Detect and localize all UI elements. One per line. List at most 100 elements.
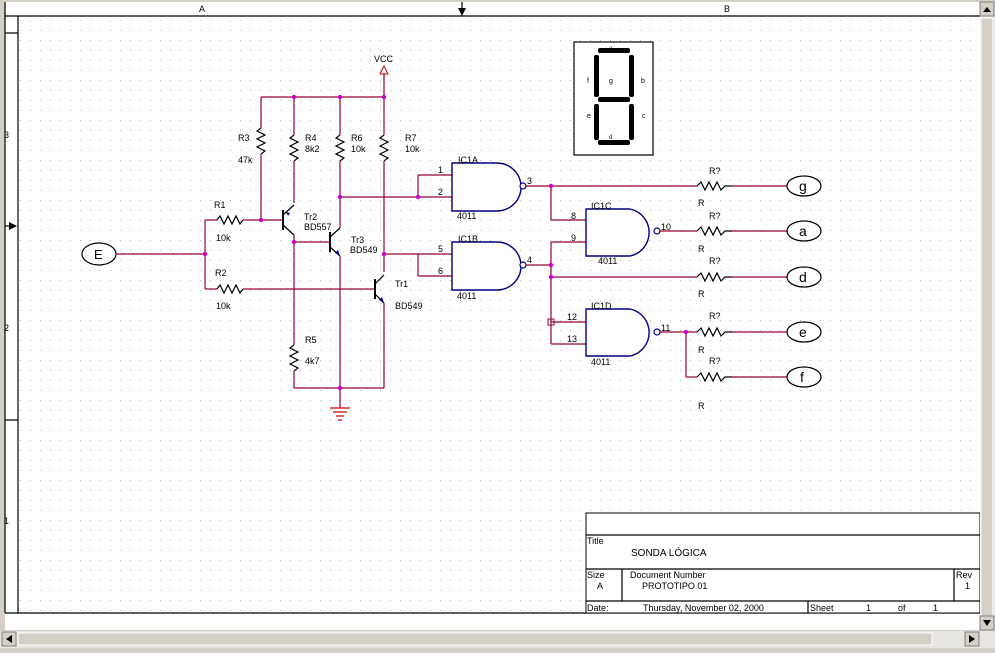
svg-text:4011: 4011 (457, 211, 476, 221)
svg-text:9: 9 (571, 233, 576, 243)
svg-text:c: c (642, 113, 646, 120)
svg-text:6: 6 (438, 266, 443, 276)
svg-text:R: R (698, 345, 705, 355)
svg-text:IC1D: IC1D (591, 301, 612, 311)
svg-text:BD549: BD549 (350, 245, 378, 255)
svg-text:Tr1: Tr1 (395, 279, 408, 289)
svg-text:R1: R1 (214, 200, 226, 210)
segment-a (598, 48, 630, 53)
output-port-a[interactable]: a (786, 220, 822, 242)
date-value: Thursday, November 02, 2000 (643, 603, 764, 613)
size-label: Size (587, 570, 605, 580)
svg-text:10k: 10k (351, 144, 366, 154)
svg-text:5: 5 (438, 244, 443, 254)
segment-f (594, 55, 599, 97)
svg-text:R: R (698, 244, 705, 254)
output-port-e[interactable]: e (786, 321, 822, 343)
svg-text:IC1B: IC1B (458, 234, 478, 244)
svg-text:1: 1 (438, 165, 443, 175)
svg-text:b: b (641, 78, 645, 85)
drawing-title: SONDA LÓGICA (631, 546, 707, 559)
svg-text:4011: 4011 (591, 357, 610, 367)
svg-text:R7: R7 (405, 133, 417, 143)
segment-e (594, 104, 599, 140)
svg-text:R?: R? (709, 256, 721, 266)
segment-b (629, 55, 634, 97)
svg-text:R?: R? (709, 166, 721, 176)
svg-text:4k7: 4k7 (305, 356, 320, 366)
svg-text:BD549: BD549 (395, 301, 423, 311)
vertical-scrollbar[interactable] (979, 1, 995, 631)
title-label: Title (587, 536, 604, 546)
output-port-d[interactable]: d (786, 266, 822, 288)
schematic-window: A B 3 2 1 VCC R3 47k R4 8k2 R6 10k R7 10… (0, 0, 995, 648)
svg-text:R?: R? (709, 356, 721, 366)
ruler-col-a: A (199, 4, 205, 14)
docnum-label: Document Number (630, 570, 706, 580)
svg-text:R5: R5 (305, 335, 317, 345)
output-port-g[interactable]: g (786, 175, 822, 197)
ruler-col-b: B (724, 4, 730, 14)
sheet-label: Sheet (810, 603, 834, 613)
size-value: A (597, 581, 603, 591)
svg-text:R?: R? (709, 311, 721, 321)
date-label: Date: (587, 603, 609, 613)
title-block: Title SONDA LÓGICA Size A Document Numbe… (585, 512, 981, 614)
svg-text:f: f (800, 369, 804, 385)
svg-text:8k2: 8k2 (305, 144, 320, 154)
svg-text:e: e (799, 324, 807, 340)
svg-text:g: g (799, 178, 807, 194)
of-label: of (898, 603, 906, 613)
svg-text:10k: 10k (216, 233, 231, 243)
segment-g (598, 97, 630, 102)
svg-text:R?: R? (709, 211, 721, 221)
svg-text:R: R (698, 289, 705, 299)
svg-text:12: 12 (567, 312, 577, 322)
ruler-row-2: 2 (4, 323, 9, 333)
svg-text:13: 13 (567, 334, 577, 344)
seven-segment-display[interactable]: a b c d e f g (573, 41, 654, 156)
svg-text:d: d (799, 269, 807, 285)
svg-text:3: 3 (527, 176, 532, 186)
svg-text:R4: R4 (305, 133, 317, 143)
svg-text:Tr3: Tr3 (351, 235, 364, 245)
vertical-scroll-thumb[interactable] (980, 17, 994, 627)
of-value: 1 (933, 603, 938, 613)
svg-text:2: 2 (438, 187, 443, 197)
svg-text:R6: R6 (351, 133, 363, 143)
rev-label: Rev (956, 570, 973, 580)
rev-value: 1 (965, 581, 970, 591)
svg-text:47k: 47k (238, 155, 253, 165)
output-port-f[interactable]: f (786, 366, 822, 388)
svg-text:d: d (609, 135, 612, 141)
svg-text:R: R (698, 198, 705, 208)
svg-text:a: a (799, 223, 807, 239)
input-port-e[interactable]: E (81, 242, 117, 266)
svg-text:IC1C: IC1C (591, 201, 612, 211)
svg-text:E: E (94, 247, 103, 262)
svg-text:R3: R3 (238, 133, 250, 143)
vcc-label: VCC (374, 54, 394, 64)
segment-d (598, 140, 630, 145)
svg-text:4011: 4011 (598, 256, 617, 266)
ruler-row-3: 3 (4, 130, 9, 140)
svg-text:8: 8 (571, 211, 576, 221)
horizontal-scroll-thumb[interactable] (17, 632, 933, 646)
svg-text:g: g (609, 78, 613, 85)
svg-text:R2: R2 (215, 268, 227, 278)
svg-text:4: 4 (527, 255, 532, 265)
schematic-canvas[interactable]: A B 3 2 1 VCC R3 47k R4 8k2 R6 10k R7 10… (0, 0, 995, 648)
docnum-value: PROTOTIPO 01 (642, 581, 707, 591)
svg-text:BD557: BD557 (304, 222, 332, 232)
svg-text:10k: 10k (405, 144, 420, 154)
svg-text:4011: 4011 (457, 291, 476, 301)
horizontal-scrollbar[interactable] (0, 631, 995, 648)
svg-text:f: f (587, 78, 589, 85)
sheet-value: 1 (866, 603, 871, 613)
svg-text:e: e (587, 113, 591, 120)
segment-c (629, 104, 634, 140)
svg-text:IC1A: IC1A (458, 155, 478, 165)
ruler-row-1: 1 (4, 516, 9, 526)
svg-text:R: R (698, 401, 705, 411)
svg-text:Tr2: Tr2 (304, 212, 317, 222)
